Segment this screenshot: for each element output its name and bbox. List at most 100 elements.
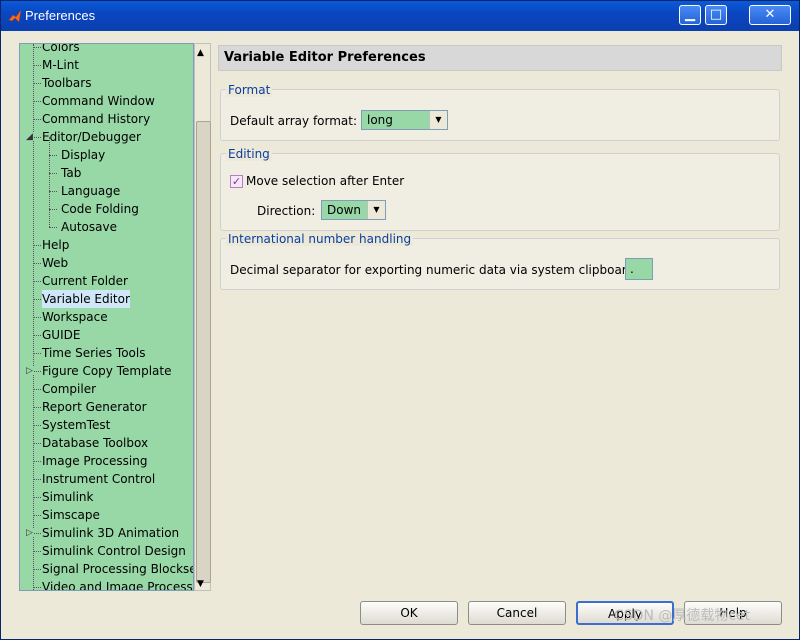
tree-connector <box>33 497 41 498</box>
tree-connector <box>33 281 41 282</box>
dialog-body: Colors M-Lint Toolbars Command Window Comman… <box>4 31 796 638</box>
title-bar[interactable]: Preferences ▁ □ ✕ <box>1 1 799 31</box>
chevron-down-icon[interactable]: ▼ <box>367 201 385 219</box>
tree-connector <box>33 371 41 372</box>
tree-item-label: Current Folder <box>42 274 128 288</box>
direction-dropdown[interactable]: Down ▼ <box>321 200 386 220</box>
tree-connector <box>49 191 57 192</box>
scroll-down-icon[interactable]: ▼ <box>197 579 204 589</box>
tree-item-label: Instrument Control <box>42 472 156 486</box>
decimal-separator-label: Decimal separator for exporting numeric … <box>230 263 639 277</box>
decimal-separator-field[interactable]: . <box>625 258 653 280</box>
minimize-icon: ▁ <box>685 7 695 22</box>
tree-connector <box>33 389 41 390</box>
cancel-button[interactable]: Cancel <box>468 601 566 625</box>
tree-connector <box>33 587 41 588</box>
window-title: Preferences <box>25 8 96 23</box>
tree-connector <box>33 119 41 120</box>
intl-group-title: International number handling <box>226 232 414 246</box>
tree-item-label: GUIDE <box>42 328 81 342</box>
move-selection-label: Move selection after Enter <box>246 174 405 188</box>
tree-connector <box>33 65 41 66</box>
tree-item-label: Colors <box>42 43 80 54</box>
array-format-label: Default array format: <box>230 114 358 128</box>
close-button[interactable]: ✕ <box>749 5 791 25</box>
tree-connector <box>33 101 41 102</box>
tree-connector <box>33 299 41 300</box>
maximize-button[interactable]: □ <box>705 5 727 25</box>
tree-connector <box>33 353 41 354</box>
tree-item-label: Language <box>61 184 121 198</box>
tree-item-label: Simulink 3D Animation <box>42 526 180 540</box>
direction-label: Direction: <box>257 204 316 218</box>
watermark: CSDN @厚德载物cet <box>614 608 751 624</box>
tree-connector <box>33 479 41 480</box>
tree-connector <box>49 209 57 210</box>
editing-group <box>220 153 780 231</box>
tree-item-label: SystemTest <box>42 418 111 432</box>
expand-icon[interactable]: ▷ <box>26 367 34 376</box>
close-icon: ✕ <box>764 7 776 22</box>
tree-connector <box>33 461 41 462</box>
format-group-title: Format <box>226 83 273 97</box>
preferences-window: Preferences ▁ □ ✕ Colors M-Lint Toolbars Co… <box>0 0 800 640</box>
tree-item-label: Display <box>61 148 106 162</box>
panel-title: Variable Editor Preferences <box>224 50 426 65</box>
tree-connector <box>33 317 41 318</box>
tree-item-label: Time Series Tools <box>42 346 146 360</box>
tree-connector <box>33 335 41 336</box>
minimize-button[interactable]: ▁ <box>679 5 701 25</box>
tree-item-label: Report Generator <box>42 400 147 414</box>
tree-item-label: Workspace <box>42 310 108 324</box>
expand-icon[interactable]: ▷ <box>26 529 34 538</box>
array-format-value: long <box>367 113 393 127</box>
tree-connector <box>49 155 57 156</box>
panel-header: Variable Editor Preferences <box>218 45 782 71</box>
tree-item-label: Variable Editor <box>42 290 130 308</box>
tree-item-label: Figure Copy Template <box>42 364 172 378</box>
matlab-logo-icon <box>8 9 22 23</box>
tree-item-label: Image Processing <box>42 454 148 468</box>
tree-connector <box>33 83 41 84</box>
maximize-icon: □ <box>709 7 723 22</box>
decimal-separator-value: . <box>630 262 634 276</box>
tree-subguide-line <box>49 137 50 227</box>
tree-item-label: M-Lint <box>42 58 80 72</box>
ok-button[interactable]: OK <box>360 601 458 625</box>
direction-value: Down <box>327 203 362 217</box>
tree-item-label: Editor/Debugger <box>42 130 141 144</box>
tree-item-label: Autosave <box>61 220 117 234</box>
tree-item-label: Signal Processing Blockset <box>42 562 194 576</box>
tree-connector <box>33 551 41 552</box>
tree-connector <box>33 515 41 516</box>
move-selection-checkbox[interactable]: ✓ <box>230 175 243 188</box>
tree-connector <box>33 569 41 570</box>
preferences-tree[interactable]: Colors M-Lint Toolbars Command Window Comman… <box>19 43 194 591</box>
tree-item-label: Toolbars <box>42 76 92 90</box>
editing-group-title: Editing <box>226 147 272 161</box>
tree-item-label: Simscape <box>42 508 100 522</box>
scroll-up-icon[interactable]: ▲ <box>197 48 204 58</box>
tree-connector <box>33 47 41 48</box>
tree-connector <box>33 425 41 426</box>
tree-connector <box>33 533 41 534</box>
collapse-icon[interactable]: ◢ <box>26 133 34 142</box>
tree-scrollbar[interactable]: ▲ ▼ <box>194 43 211 591</box>
tree-item-label: Simulink <box>42 490 94 504</box>
check-icon: ✓ <box>231 175 242 188</box>
array-format-dropdown[interactable]: long ▼ <box>361 110 448 130</box>
scroll-thumb[interactable] <box>196 121 211 583</box>
tree-connector <box>33 137 41 138</box>
tree-item-label: Database Toolbox <box>42 436 149 450</box>
tree-item-label: Video and Image Processir <box>42 580 194 591</box>
tree-connector <box>33 263 41 264</box>
chevron-down-icon[interactable]: ▼ <box>429 111 447 129</box>
tree-connector <box>49 173 57 174</box>
tree-connector <box>33 245 41 246</box>
tree-item-label: Compiler <box>42 382 97 396</box>
tree-connector <box>49 227 57 228</box>
tree-item-label: Command History <box>42 112 151 126</box>
tree-item-label: Simulink Control Design <box>42 544 186 558</box>
tree-item-label: Code Folding <box>61 202 139 216</box>
tree-connector <box>33 443 41 444</box>
